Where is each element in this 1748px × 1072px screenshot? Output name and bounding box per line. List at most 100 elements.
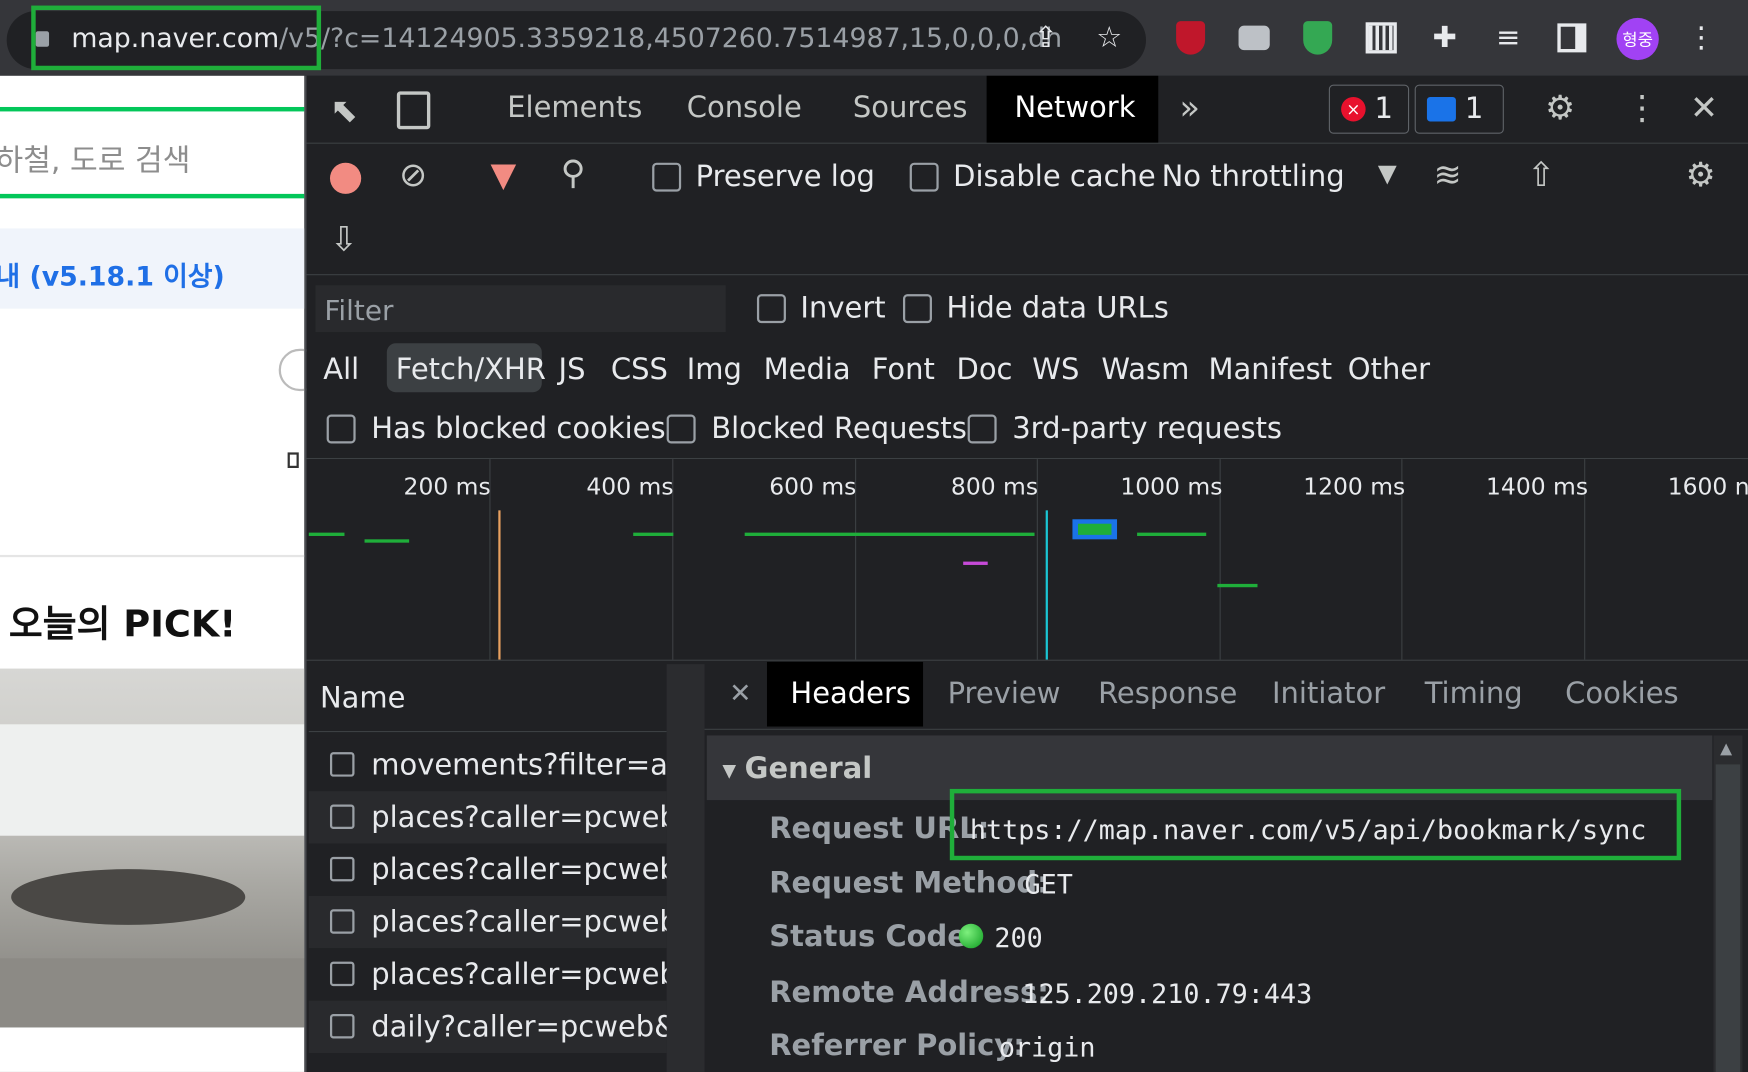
type-all[interactable]: All [323,353,359,386]
tab-response[interactable]: Response [1098,677,1237,710]
download-icon[interactable]: ⇩ [330,221,358,260]
type-js[interactable]: JS [559,353,586,386]
triangle-down-icon[interactable]: ▼ [722,760,736,781]
type-manifest[interactable]: Manifest [1208,353,1332,386]
hide-data-urls-label[interactable]: Hide data URLs [946,292,1168,325]
type-doc[interactable]: Doc [956,353,1012,386]
error-badge[interactable]: × 1 [1328,84,1410,134]
general-title[interactable]: General [745,752,873,785]
scrollbar-thumb[interactable] [1715,764,1741,1072]
throttling-select[interactable]: No throttling [1162,160,1345,193]
upload-icon[interactable]: ⇧ [1527,156,1555,195]
place-photo[interactable] [0,668,305,1028]
camera-icon[interactable] [1234,16,1274,61]
request-name[interactable]: places?caller=pcweb& [371,801,700,834]
network-conditions-icon[interactable]: ≋ [1434,156,1462,195]
waterfall-bar [364,539,410,543]
scroll-up-icon[interactable]: ▲ [1720,740,1732,758]
blocked-requests-label[interactable]: Blocked Requests [711,412,967,445]
name-column-header[interactable]: Name [320,682,406,715]
invert-label[interactable]: Invert [800,292,885,325]
status-ok-icon [958,923,984,949]
tab-headers[interactable]: Headers [790,677,911,710]
type-img[interactable]: Img [687,353,742,386]
devtools-menu-icon[interactable]: ⋮ [1625,89,1658,128]
tab-timing[interactable]: Timing [1425,677,1523,710]
more-tabs-icon[interactable]: » [1179,89,1199,128]
preserve-log-checkbox[interactable] [652,162,682,192]
network-settings-icon[interactable]: ⚙ [1686,156,1716,195]
search-icon[interactable]: ⚲ [561,154,586,193]
message-badge[interactable]: 1 [1414,84,1504,134]
star-icon[interactable]: ☆ [1089,16,1129,61]
puzzle-icon[interactable]: ✚ [1425,16,1465,61]
clear-icon[interactable]: ⊘ [399,156,427,195]
ublock-icon[interactable] [1171,16,1211,61]
load-line [1045,510,1048,660]
inspect-element-icon[interactable]: ⬉ [330,91,358,130]
hide-data-urls-checkbox[interactable] [902,294,932,324]
blocked-cookies-checkbox[interactable] [326,414,356,444]
type-media[interactable]: Media [764,353,851,386]
share-icon[interactable]: ⇪ [1026,16,1066,61]
request-name[interactable]: movements?filter=all [371,749,684,782]
blocked-requests-checkbox[interactable] [666,414,696,444]
type-wasm[interactable]: Wasm [1101,353,1189,386]
type-ws[interactable]: WS [1032,353,1079,386]
photo-table [11,869,246,925]
invert-checkbox[interactable] [756,294,786,324]
tab-console[interactable]: Console [687,91,802,124]
request-type-icon [329,909,355,934]
settings-icon[interactable]: ⚙ [1545,89,1575,128]
tick-label: 1600 n [1667,473,1748,501]
preserve-log-label[interactable]: Preserve log [696,160,875,193]
record-icon[interactable] [329,162,362,194]
tab-initiator[interactable]: Initiator [1272,677,1385,710]
photo-window [0,724,305,836]
notice-text[interactable]: 내 (v5.18.1 이상) [0,254,225,293]
reading-list-icon[interactable]: ≡ [1488,16,1528,61]
tab-cookies[interactable]: Cookies [1565,677,1678,710]
request-name[interactable]: places?caller=pcweb& [371,906,700,939]
type-font[interactable]: Font [872,353,935,386]
filter-placeholder[interactable]: Filter [324,294,393,326]
request-name[interactable]: places?caller=pcweb& [371,854,700,887]
side-panel-icon[interactable] [1552,16,1592,61]
third-party-label[interactable]: 3rd-party requests [1012,412,1282,445]
request-name[interactable]: daily?caller=pcweb&c. [371,1011,702,1044]
pane-splitter[interactable] [666,664,705,1072]
qr-icon[interactable] [1361,16,1401,61]
toolbar-border [306,274,1748,276]
close-details-icon[interactable]: ✕ [729,677,751,708]
filter-icon[interactable]: ▼ [491,156,517,195]
type-other[interactable]: Other [1348,353,1430,386]
disable-cache-checkbox[interactable] [909,162,939,192]
referrer-policy-value[interactable]: origin [999,1032,1096,1063]
type-css[interactable]: CSS [611,353,668,386]
remote-address-value[interactable]: 125.209.210.79:443 [1022,978,1312,1009]
chevron-down-icon[interactable]: ▼ [1378,160,1397,188]
request-url-highlight-box [949,788,1682,861]
tab-elements[interactable]: Elements [507,91,642,124]
waterfall-bar [1078,523,1112,535]
request-method-value[interactable]: GET [1025,869,1073,900]
shield-check-icon[interactable] [1298,16,1338,61]
device-toolbar-icon[interactable] [396,91,431,130]
tab-network[interactable]: Network [1014,91,1135,124]
dom-content-loaded-line [498,510,501,660]
page-marker [287,452,299,469]
avatar[interactable]: 형중 [1616,17,1659,61]
search-input[interactable]: 하철, 도로 검색 [0,136,190,179]
tab-sources[interactable]: Sources [853,91,968,124]
kebab-menu-icon[interactable]: ⋮ [1681,16,1721,61]
type-fetch-xhr[interactable]: Fetch/XHR [396,353,546,386]
close-devtools-icon[interactable]: ✕ [1690,89,1718,128]
disable-cache-label[interactable]: Disable cache [953,160,1156,193]
tab-preview[interactable]: Preview [948,677,1061,710]
status-code-value[interactable]: 200 [994,923,1042,954]
waterfall-bar [963,561,988,565]
blocked-cookies-label[interactable]: Has blocked cookies [371,412,665,445]
search-border-bottom [0,193,305,199]
third-party-checkbox[interactable] [967,414,997,444]
request-name[interactable]: places?caller=pcweb& [371,958,700,991]
